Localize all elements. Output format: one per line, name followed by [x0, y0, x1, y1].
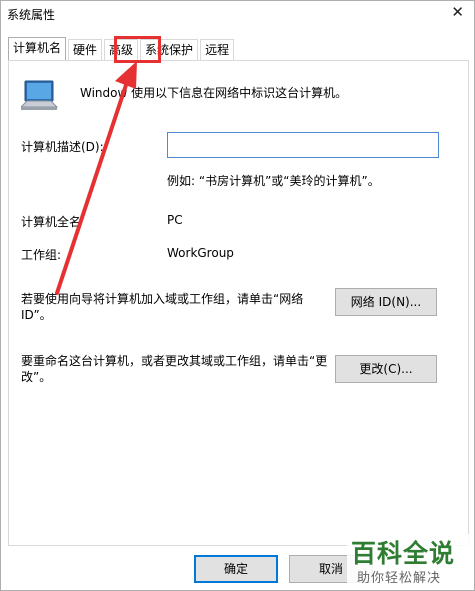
- ok-button[interactable]: 确定: [194, 555, 278, 583]
- workgroup-value: WorkGroup: [167, 246, 234, 260]
- tab-panel-computer-name: Window 使用以下信息在网络中标识这台计算机。 计算机描述(D): 例如: …: [8, 60, 469, 546]
- watermark: 百科全说 助你轻松解决: [347, 534, 469, 586]
- advanced-tab-highlight-box: [114, 36, 161, 63]
- full-name-label: 计算机全名: [21, 215, 82, 229]
- description-example: 例如: “书房计算机”或“美玲的计算机”。: [167, 174, 380, 188]
- system-properties-window: 系统属性 ✕ 计算机名 硬件 高级 系统保护 远程 Window 使用以下信息在…: [0, 0, 475, 591]
- watermark-sub: 助你轻松解决: [357, 571, 442, 586]
- tab-hardware[interactable]: 硬件: [68, 39, 103, 60]
- tab-computer-name[interactable]: 计算机名: [8, 37, 67, 60]
- network-id-button[interactable]: 网络 ID(N)...: [335, 288, 437, 316]
- computer-description-input[interactable]: [167, 132, 439, 158]
- title-bar: 系统属性 ✕: [1, 1, 474, 25]
- computer-monitor-icon: [21, 80, 59, 110]
- close-icon[interactable]: ✕: [451, 3, 464, 21]
- rename-instructions: 要重命名这台计算机，或者更改其域或工作组，请单击“更改”。: [21, 354, 328, 384]
- full-name-value: PC: [167, 213, 183, 227]
- tab-remote[interactable]: 远程: [200, 39, 235, 60]
- network-id-instructions: 若要使用向导将计算机加入域或工作组，请单击“网络 ID”。: [21, 292, 304, 322]
- workgroup-label: 工作组:: [21, 248, 62, 262]
- watermark-main: 百科全说: [351, 539, 456, 568]
- intro-text: Window 使用以下信息在网络中标识这台计算机。: [80, 86, 348, 100]
- change-button[interactable]: 更改(C)...: [335, 355, 437, 383]
- description-label: 计算机描述(D):: [21, 140, 104, 154]
- window-title: 系统属性: [7, 8, 56, 22]
